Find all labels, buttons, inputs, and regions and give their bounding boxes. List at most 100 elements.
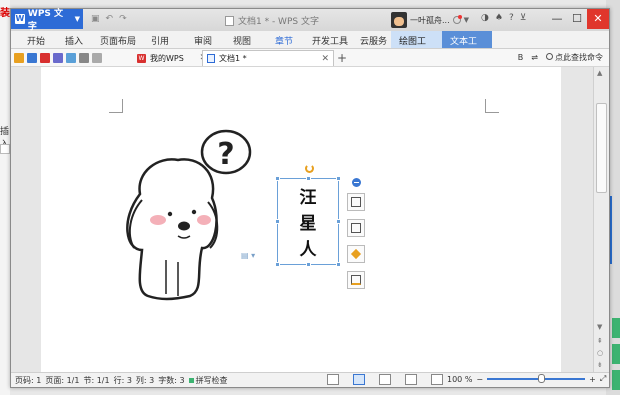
wps-logo-icon: W xyxy=(15,14,25,24)
tab-my-wps[interactable]: W 我的WPS ✕ xyxy=(133,50,211,66)
shape-style-button[interactable] xyxy=(347,193,365,211)
edit-shape-button[interactable] xyxy=(347,219,365,237)
tab-document[interactable]: 文档1 * ✕ xyxy=(202,50,334,66)
undo-icon[interactable] xyxy=(79,52,89,63)
tab-insert[interactable]: 插入 xyxy=(65,34,83,47)
notification-icon[interactable] xyxy=(452,15,462,24)
reading-view-button[interactable] xyxy=(431,374,443,385)
maximize-button[interactable]: ☐ xyxy=(567,9,587,29)
textbox-line: 星 xyxy=(299,214,317,234)
status-page-number: 页码: 1 xyxy=(15,375,42,385)
spell-check-label: 拼写检查 xyxy=(195,375,228,385)
close-button[interactable]: ✕ xyxy=(587,9,609,29)
spell-check-toggle[interactable]: 拼写检查 xyxy=(188,375,228,386)
full-screen-view-button[interactable] xyxy=(327,374,339,385)
tab-review[interactable]: 审阅 xyxy=(194,34,212,47)
puppy-cheek xyxy=(197,215,211,225)
tab-developer[interactable]: 开发工具 xyxy=(312,34,348,47)
textbox-content[interactable]: 汪 星 人 xyxy=(278,185,338,263)
status-info: 页码: 1 页面: 1/1 节: 1/1 行: 3 列: 3 字数: 3 拼写检… xyxy=(11,375,228,386)
background-input-fragment xyxy=(0,144,10,154)
title-bar: W WPS 文字 ▼ ▣ ↶ ↷ 文档1 * - WPS 文字 一叶孤舟... … xyxy=(11,9,609,32)
fit-window-icon[interactable]: ⤢ xyxy=(600,374,606,384)
tab-references[interactable]: 引用 xyxy=(151,34,169,47)
settings-icon[interactable]: ⇌ xyxy=(531,53,538,62)
vertical-scrollbar[interactable]: ▲ ▼ ⇞ ○ ⇟ xyxy=(593,67,609,373)
tab-home[interactable]: 开始 xyxy=(27,34,45,47)
restore-ribbon-icon[interactable]: ⊻ xyxy=(520,13,527,23)
zoom-level[interactable]: 100 % xyxy=(447,375,472,384)
minimize-button[interactable]: — xyxy=(547,9,567,29)
outline-view-button[interactable] xyxy=(379,374,391,385)
tab-view[interactable]: 视图 xyxy=(233,34,251,47)
zoom-slider[interactable] xyxy=(487,374,586,383)
shirt-icon[interactable]: ♠ xyxy=(495,13,503,23)
print-icon[interactable] xyxy=(53,52,63,63)
resize-handle[interactable] xyxy=(275,176,280,181)
pencil-icon xyxy=(351,223,361,233)
save-icon[interactable]: ▣ xyxy=(91,14,100,24)
zoom-in-icon[interactable]: + xyxy=(589,375,596,384)
scrollbar-thumb[interactable] xyxy=(596,103,607,193)
document-page[interactable]: ? ▤ ▾ 汪 星 人 xyxy=(41,67,561,373)
app-menu-button[interactable]: W WPS 文字 ▼ xyxy=(11,9,83,32)
tab-text-tools[interactable]: 文本工具 xyxy=(442,31,492,60)
zoom-out-icon[interactable]: − xyxy=(476,375,483,384)
tab-cloud-service[interactable]: 云服务 xyxy=(360,34,387,47)
tab-document-label: 文档1 * xyxy=(219,54,247,63)
new-tab-button[interactable]: + xyxy=(337,51,347,65)
outline-pen-icon xyxy=(351,275,361,285)
tab-drawing-tools[interactable]: 绘图工具 xyxy=(391,31,442,60)
select-browse-icon[interactable]: ○ xyxy=(597,349,603,357)
open-icon[interactable] xyxy=(14,52,24,63)
zoom-slider-knob[interactable] xyxy=(538,374,546,383)
close-icon[interactable]: ✕ xyxy=(321,54,329,64)
puppy-image[interactable]: ? xyxy=(106,122,256,307)
check-icon xyxy=(188,377,194,383)
tab-chapter[interactable]: 章节 xyxy=(275,34,293,47)
status-bar: 页码: 1 页面: 1/1 节: 1/1 行: 3 列: 3 字数: 3 拼写检… xyxy=(11,372,609,387)
user-name[interactable]: 一叶孤舟... xyxy=(410,15,450,26)
resize-handle[interactable] xyxy=(336,176,341,181)
save-icon[interactable] xyxy=(27,52,37,63)
window-title: 文档1 * - WPS 文字 xyxy=(225,14,319,27)
selected-textbox[interactable]: 汪 星 人 xyxy=(275,176,341,267)
print-preview-icon[interactable] xyxy=(66,52,76,63)
layout-options-icon[interactable]: ▤ ▾ xyxy=(241,251,255,260)
scroll-up-icon[interactable]: ▲ xyxy=(597,69,602,77)
page-view-button[interactable] xyxy=(353,374,365,385)
fill-button[interactable] xyxy=(347,245,365,263)
document-icon xyxy=(207,54,215,63)
wps-logo-icon: W xyxy=(137,53,146,63)
scroll-down-icon[interactable]: ▼ xyxy=(597,323,602,331)
avatar[interactable] xyxy=(391,12,407,28)
search-icon xyxy=(546,53,553,60)
search-command-button[interactable]: 点此查找命令 xyxy=(546,52,603,63)
outline-button[interactable] xyxy=(347,271,365,289)
help-icon[interactable]: ? xyxy=(509,13,514,23)
wps-writer-window: W WPS 文字 ▼ ▣ ↶ ↷ 文档1 * - WPS 文字 一叶孤舟... … xyxy=(10,8,610,388)
user-account[interactable]: 一叶孤舟... ▼ xyxy=(391,11,479,29)
undo-icon[interactable]: ↶ xyxy=(106,14,114,24)
tab-page-layout[interactable]: 页面布局 xyxy=(100,34,136,47)
tab-my-wps-label: 我的WPS xyxy=(150,53,184,63)
web-view-button[interactable] xyxy=(405,374,417,385)
page-margin-marker xyxy=(485,99,499,113)
redo-icon[interactable]: ↷ xyxy=(119,14,127,24)
skin-icon[interactable]: ◑ xyxy=(481,13,489,23)
next-page-icon[interactable]: ⇟ xyxy=(597,361,603,369)
status-word-count[interactable]: 字数: 3 xyxy=(158,375,184,386)
app-menu-label: WPS 文字 xyxy=(27,9,64,32)
chevron-down-icon[interactable]: ▼ xyxy=(464,16,469,24)
export-pdf-icon[interactable] xyxy=(40,52,50,63)
rotate-handle-icon[interactable] xyxy=(305,164,314,173)
previous-page-icon[interactable]: ⇞ xyxy=(597,337,603,345)
collapse-icon[interactable] xyxy=(352,178,361,187)
redo-icon[interactable] xyxy=(92,52,102,63)
zoom-control: 100 % − + ⤢ xyxy=(447,374,606,384)
resize-handle[interactable] xyxy=(306,176,311,181)
puppy-body xyxy=(126,158,218,301)
format-icon[interactable]: B xyxy=(518,53,524,62)
view-mode-switcher xyxy=(327,374,443,385)
question-mark: ? xyxy=(217,137,234,172)
